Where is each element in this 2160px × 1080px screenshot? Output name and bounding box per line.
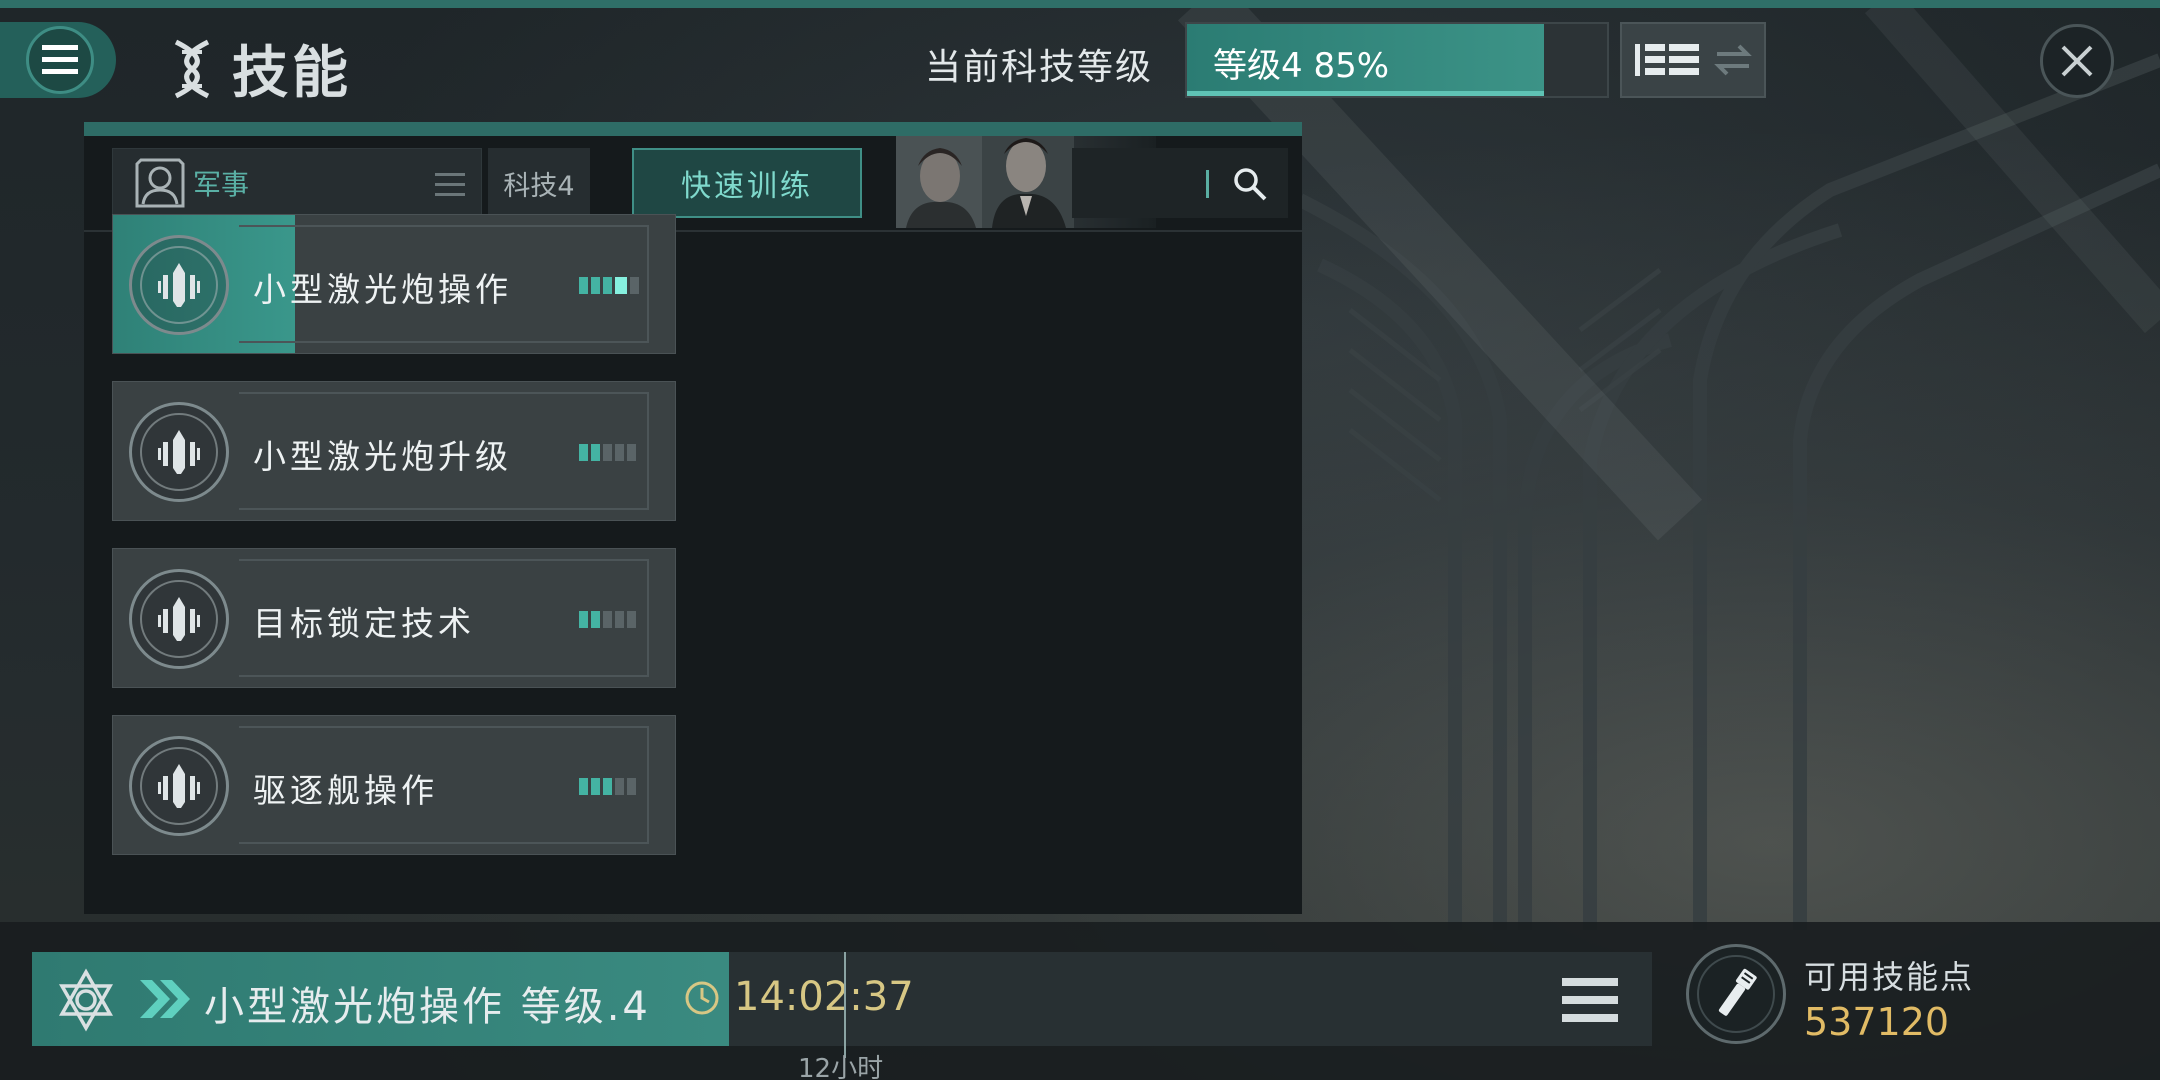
level-pip xyxy=(603,444,612,461)
skill-level-pips xyxy=(579,277,639,294)
chevrons-icon xyxy=(140,980,190,1018)
view-toggle-button[interactable] xyxy=(1620,22,1766,98)
category-label: 军事 xyxy=(193,168,250,201)
level-pip xyxy=(591,277,600,294)
skill-name: 小型激光炮升级 xyxy=(253,437,512,476)
level-pip xyxy=(603,277,612,294)
skill-name: 小型激光炮操作 xyxy=(253,270,512,309)
level-pip xyxy=(579,778,588,795)
training-skill-name: 小型激光炮操作 等级.4 xyxy=(204,984,651,1030)
skills-panel: 军事 科技4 快速训练 小型激光炮操作 小型激光炮升级 目标锁定技术 驱逐舰操作 xyxy=(84,122,1302,914)
level-pip xyxy=(579,611,588,628)
tech-level-text: 等级4 85% xyxy=(1213,46,1390,86)
skill-card[interactable]: 目标锁定技术 xyxy=(112,548,676,688)
flashlight-icon xyxy=(1718,968,1757,1016)
level-pip xyxy=(627,444,636,461)
level-pip xyxy=(615,778,624,795)
ship-emblem-icon xyxy=(129,402,229,502)
quick-train-button[interactable]: 快速训练 xyxy=(632,148,862,218)
level-pip xyxy=(603,611,612,628)
ship-emblem-icon xyxy=(129,569,229,669)
time-marker-line xyxy=(844,952,846,1058)
level-pip xyxy=(627,611,636,628)
filter-lines-icon xyxy=(435,173,465,196)
menu-icon xyxy=(42,45,78,74)
level-pip xyxy=(615,277,627,294)
list-icon[interactable] xyxy=(1562,976,1618,1024)
list-view-icon xyxy=(1635,44,1699,76)
level-pip xyxy=(615,444,624,461)
time-marker-label: 12小时 xyxy=(798,1054,884,1080)
close-icon xyxy=(2061,45,2093,77)
skill-name: 目标锁定技术 xyxy=(253,604,475,643)
skill-card[interactable]: 驱逐舰操作 xyxy=(112,715,676,855)
skill-points-label: 可用技能点 xyxy=(1804,958,1975,996)
ship-emblem-icon xyxy=(129,235,229,335)
skill-points-value: 537120 xyxy=(1804,1000,1950,1044)
swap-icon xyxy=(1714,44,1752,76)
training-queue-bar[interactable]: 小型激光炮操作 等级.4 14:02:37 xyxy=(32,952,1652,1058)
skill-level-pips xyxy=(579,444,636,461)
skill-level-pips xyxy=(579,611,636,628)
skill-level-pips xyxy=(579,778,636,795)
level-pip xyxy=(591,778,600,795)
search-input[interactable] xyxy=(1072,148,1288,218)
close-button[interactable] xyxy=(2040,24,2114,98)
tech-level-bar: 等级4 85% xyxy=(1185,22,1609,98)
clock-icon xyxy=(685,981,719,1015)
tech-filter-chip[interactable]: 科技4 xyxy=(488,148,590,218)
menu-button[interactable] xyxy=(0,22,116,98)
page-title: 技能 xyxy=(232,41,352,106)
ship-emblem-icon xyxy=(129,736,229,836)
tech-level-label: 当前科技等级 xyxy=(925,47,1154,88)
training-time: 14:02:37 xyxy=(734,974,914,1020)
level-pip xyxy=(579,444,588,461)
level-pip xyxy=(579,277,588,294)
category-select[interactable]: 军事 xyxy=(112,148,482,218)
text-cursor xyxy=(1206,170,1209,198)
top-accent-line xyxy=(0,0,2160,8)
level-pip xyxy=(591,444,600,461)
gear-icon xyxy=(58,968,114,1032)
level-pip xyxy=(603,778,612,795)
skill-name: 驱逐舰操作 xyxy=(253,771,438,810)
skill-card[interactable]: 小型激光炮操作 xyxy=(112,214,676,354)
skill-points-emblem xyxy=(1686,944,1786,1044)
level-pip xyxy=(630,277,639,294)
page-header: 技能 xyxy=(170,28,352,109)
dna-icon xyxy=(174,39,210,98)
person-icon xyxy=(135,158,185,208)
level-pip xyxy=(615,611,624,628)
skill-card[interactable]: 小型激光炮升级 xyxy=(112,381,676,521)
search-icon[interactable] xyxy=(1232,166,1268,202)
level-pip xyxy=(627,778,636,795)
level-pip xyxy=(591,611,600,628)
